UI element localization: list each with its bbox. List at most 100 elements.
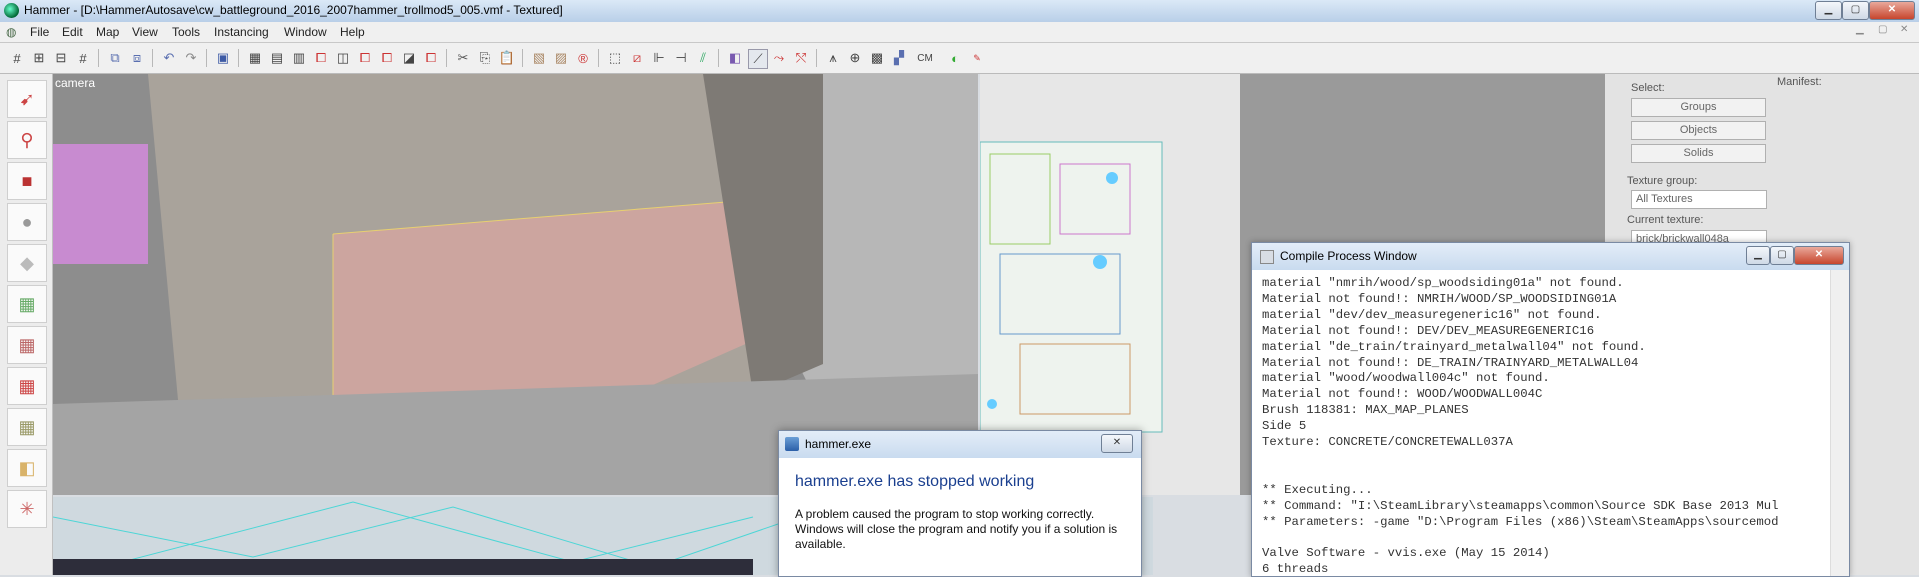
overlays-icon[interactable]: ▞ xyxy=(890,49,908,67)
snap-to-grid-icon[interactable]: ⧄ xyxy=(628,49,646,67)
grid-larger-icon[interactable]: ⊟ xyxy=(52,49,70,67)
toolbar: # ⊞ ⊟ # ⧉ ⧈ ↶ ↷ ▣ ▦ ▤ ▥ ⧠ ◫ ⧠ ⧠ ◪ ⧠ ✂ ⎘ … xyxy=(0,43,1919,74)
compile-process-window: Compile Process Window ▁ ▢ ✕ material "n… xyxy=(1251,242,1850,577)
radius-culling-icon[interactable]: ® xyxy=(574,49,592,67)
menu-bar: ◍ File Edit Map View Tools Instancing Wi… xyxy=(0,22,1919,43)
menu-tools[interactable]: Tools xyxy=(166,24,206,40)
maximize-button[interactable]: ▢ xyxy=(1842,1,1869,20)
grid-toggle-icon[interactable]: # xyxy=(8,49,26,67)
compile-window-titlebar: Compile Process Window ▁ ▢ ✕ xyxy=(1252,243,1849,270)
toggle-helpers-icon[interactable]: ◪ xyxy=(400,49,418,67)
error-message: A problem caused the program to stop wor… xyxy=(795,507,1118,551)
error-dialog-title: hammer.exe xyxy=(805,437,872,451)
separator xyxy=(238,49,239,67)
manifest-label: Manifest: xyxy=(1777,76,1822,88)
draw-toggle-icon[interactable]: ✎ xyxy=(968,49,986,67)
bounding-box-icon[interactable]: ⬚ xyxy=(606,49,624,67)
flip-icon[interactable]: ⫽ xyxy=(694,49,712,67)
viewport-label: camera xyxy=(55,76,96,90)
entity-tool-icon[interactable]: ● xyxy=(7,203,47,241)
texture-lock-icon[interactable]: ◫ xyxy=(334,49,352,67)
texture-browser-icon[interactable]: ▧ xyxy=(530,49,548,67)
menu-edit[interactable]: Edit xyxy=(56,24,89,40)
apply-texture-icon[interactable]: ▦ xyxy=(7,326,47,364)
copy-icon[interactable]: ⎘ xyxy=(476,49,494,67)
lighting-preview-icon[interactable]: ◐ xyxy=(946,49,964,67)
menu-instancing[interactable]: Instancing xyxy=(208,24,275,40)
select-by-handles-icon[interactable]: ⧠ xyxy=(422,49,440,67)
error-heading: hammer.exe has stopped working xyxy=(795,473,1035,490)
menu-help[interactable]: Help xyxy=(334,24,371,40)
compile-minimize-button[interactable]: ▁ xyxy=(1746,246,1770,265)
mdi-close-icon[interactable]: ✕ xyxy=(1900,24,1908,35)
dialog-close-button[interactable]: ✕ xyxy=(1101,434,1133,453)
overlay-tool-icon[interactable]: ▦ xyxy=(7,408,47,446)
visgroup-icon[interactable]: ⧠ xyxy=(312,49,330,67)
tie-to-entity-icon[interactable]: ⊩ xyxy=(650,49,668,67)
grid-3d-icon[interactable]: # xyxy=(74,49,92,67)
separator xyxy=(522,49,523,67)
paste-icon[interactable]: 📋 xyxy=(498,49,516,67)
decal-tool-icon[interactable]: ▦ xyxy=(7,367,47,405)
separator xyxy=(152,49,153,67)
selection-tool-icon[interactable]: ➹ xyxy=(7,80,47,118)
compass-icon[interactable]: ⊕ xyxy=(846,49,864,67)
group-icon[interactable]: ⧉ xyxy=(106,49,124,67)
entity-report-icon[interactable]: ◧ xyxy=(726,49,744,67)
objects-button[interactable]: Objects xyxy=(1631,121,1766,140)
texture-apply-icon[interactable]: ⧠ xyxy=(356,49,374,67)
texture-group-select[interactable]: All Textures xyxy=(1631,190,1767,209)
block-tool-icon[interactable]: ◆ xyxy=(7,244,47,282)
separator xyxy=(98,49,99,67)
clip-tool-icon[interactable]: ◧ xyxy=(7,449,47,487)
show-connections-icon[interactable]: ⤳ xyxy=(770,49,788,67)
ungroup-icon[interactable]: ⧈ xyxy=(128,49,146,67)
compile-window-title: Compile Process Window xyxy=(1280,249,1417,263)
menu-window[interactable]: Window xyxy=(278,24,333,40)
separator xyxy=(816,49,817,67)
document-icon[interactable]: ◍ xyxy=(6,25,16,39)
texture-group-label: Texture group: xyxy=(1627,175,1698,187)
entity-io-icon[interactable]: ⤲ xyxy=(792,49,810,67)
textures-icon[interactable]: ▩ xyxy=(868,49,886,67)
magnify-tool-icon[interactable]: ⚲ xyxy=(7,121,47,159)
compile-close-button[interactable]: ✕ xyxy=(1794,246,1844,265)
hammer-app-icon xyxy=(4,3,19,18)
menu-view[interactable]: View xyxy=(126,24,164,40)
separator xyxy=(718,49,719,67)
tool-palette: ➹ ⚲ ■ ● ◆ ▦ ▦ ▦ ▦ ◧ ✳ xyxy=(0,74,53,575)
title-bar: Hammer - [D:\HammerAutosave\cw_battlegro… xyxy=(0,0,1919,22)
check-problems-icon[interactable]: ⟋ xyxy=(748,49,768,69)
carve-icon[interactable]: ▣ xyxy=(214,49,232,67)
mdi-restore-icon[interactable]: ▢ xyxy=(1878,24,1887,35)
hide-selected-icon[interactable]: ▦ xyxy=(246,49,264,67)
mdi-minimize-icon[interactable]: ▁ xyxy=(1856,24,1864,35)
separator xyxy=(598,49,599,67)
cordon-icon[interactable]: ⧠ xyxy=(378,49,396,67)
grid-smaller-icon[interactable]: ⊞ xyxy=(30,49,48,67)
redo-icon[interactable]: ↷ xyxy=(182,49,200,67)
vertex-tool-icon[interactable]: ✳ xyxy=(7,490,47,528)
select-label: Select: xyxy=(1631,82,1665,94)
hide-unselected-icon[interactable]: ▤ xyxy=(268,49,286,67)
solids-button[interactable]: Solids xyxy=(1631,144,1766,163)
separator xyxy=(446,49,447,67)
compile-maximize-button[interactable]: ▢ xyxy=(1770,246,1794,265)
minimize-button[interactable]: ▁ xyxy=(1815,1,1842,20)
groups-button[interactable]: Groups xyxy=(1631,98,1766,117)
menu-map[interactable]: Map xyxy=(90,24,125,40)
cut-icon[interactable]: ✂ xyxy=(454,49,472,67)
close-button[interactable]: ✕ xyxy=(1869,1,1915,20)
error-dialog-titlebar: hammer.exe ✕ xyxy=(779,431,1141,458)
error-dialog: hammer.exe ✕ hammer.exe has stopped work… xyxy=(778,430,1142,577)
undo-icon[interactable]: ↶ xyxy=(160,49,178,67)
move-to-world-icon[interactable]: ⊣ xyxy=(672,49,690,67)
replace-textures-icon[interactable]: ▨ xyxy=(552,49,570,67)
compile-scrollbar[interactable] xyxy=(1830,270,1849,576)
texture-tool-icon[interactable]: ▦ xyxy=(7,285,47,323)
unhide-all-icon[interactable]: ▥ xyxy=(290,49,308,67)
menu-file[interactable]: File xyxy=(24,24,55,40)
smoothing-groups-icon[interactable]: ⩚ xyxy=(824,49,842,67)
cubemap-button[interactable]: CM xyxy=(912,49,938,67)
camera-tool-icon[interactable]: ■ xyxy=(7,162,47,200)
